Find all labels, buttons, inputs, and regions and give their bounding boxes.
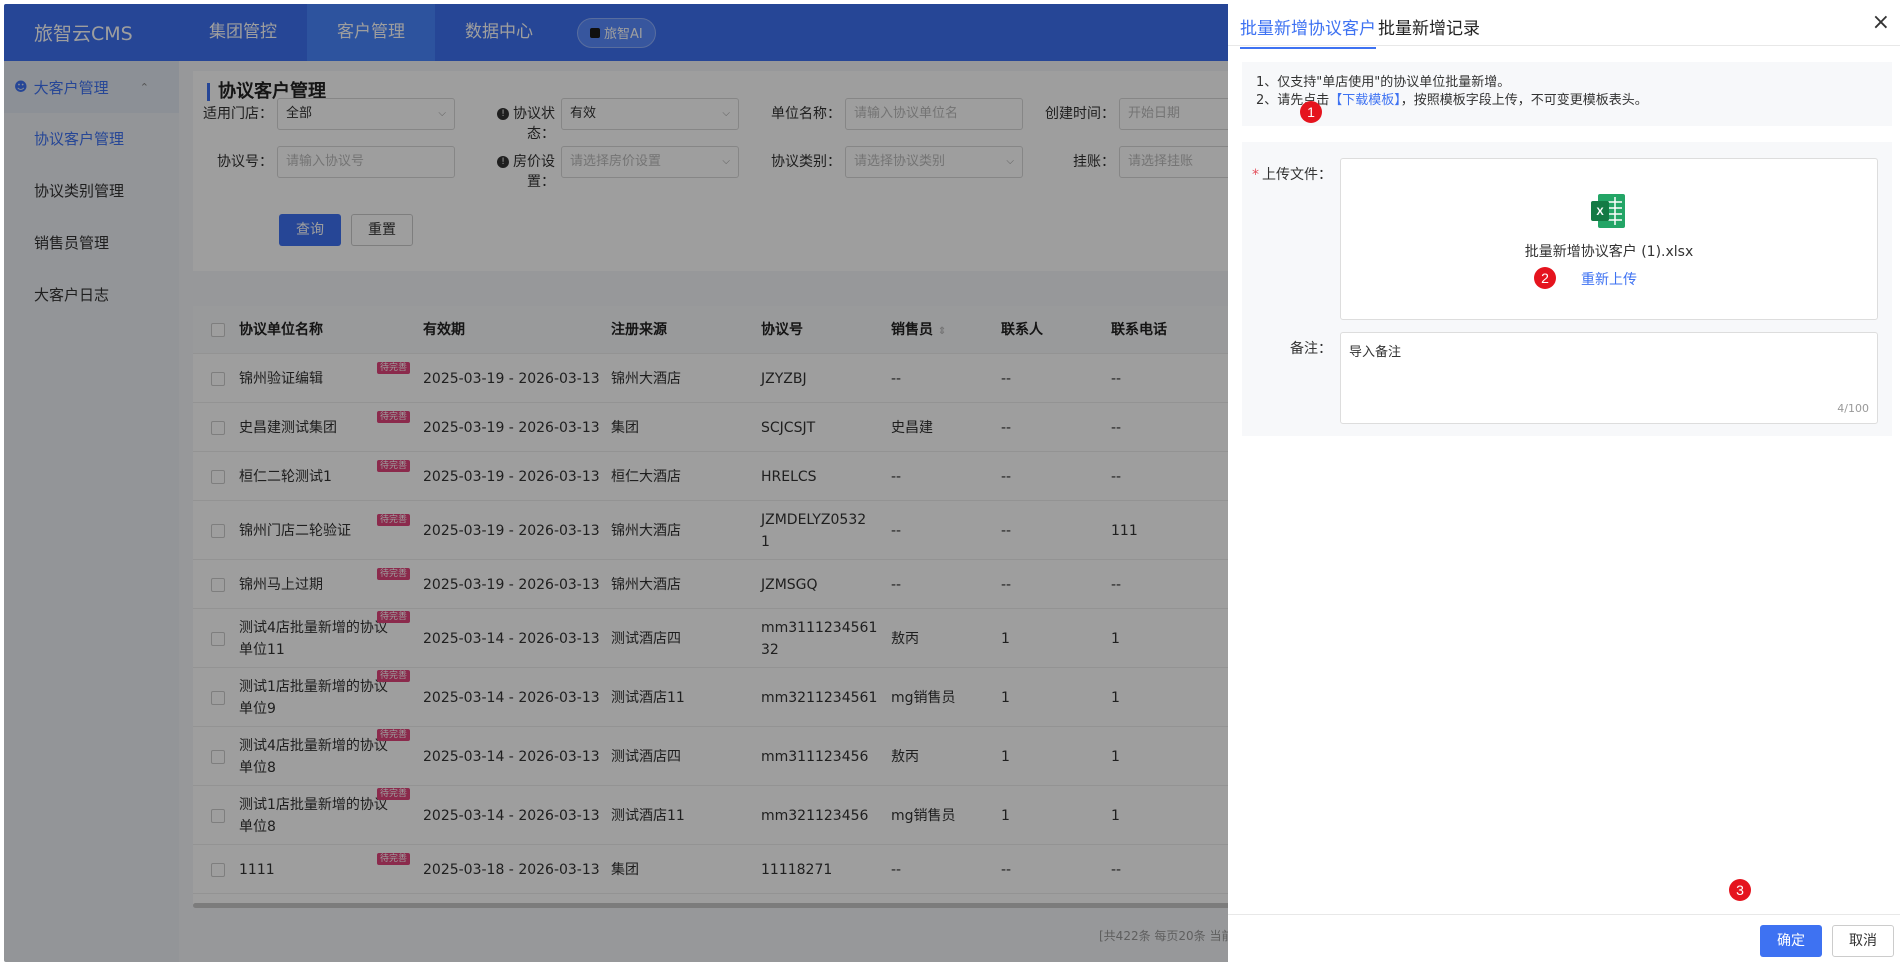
upload-dropzone[interactable]: X 批量新增协议客户 (1).xlsx 重新上传 [1340, 158, 1878, 320]
batch-add-drawer: 批量新增协议客户 批量新增记录 × 1、仅支持"单店使用"的协议单位批量新增。 … [1228, 4, 1900, 962]
excel-file-icon: X [1591, 194, 1625, 228]
uploaded-file-name: 批量新增协议客户 (1).xlsx [1524, 244, 1694, 260]
remark-label: 备注： [1290, 341, 1332, 357]
remark-textarea[interactable]: 导入备注 4/100 [1340, 332, 1878, 424]
required-mark: * [1252, 167, 1259, 183]
step-marker-1: 1 [1300, 101, 1322, 123]
notice-line-2: 2、请先点击【下载模板】，按照模板字段上传，不可变更模板表头。 [1256, 92, 1878, 110]
step-marker-2: 2 [1534, 267, 1556, 289]
notice-line-1: 1、仅支持"单店使用"的协议单位批量新增。 [1256, 75, 1511, 90]
tab-batch-add[interactable]: 批量新增协议客户 [1240, 14, 1376, 49]
notice-line-2-post: ，按照模板字段上传，不可变更模板表头。 [1400, 93, 1648, 108]
upload-label: * 上传文件： [1252, 164, 1332, 184]
step-marker-3: 3 [1729, 879, 1751, 901]
cancel-button[interactable]: 取消 [1832, 925, 1894, 957]
upload-form: * 上传文件： X 批量新增协议客户 (1).xlsx 重新上传 备注： 导入备注… [1242, 142, 1892, 436]
remark-char-counter: 4/100 [1837, 402, 1869, 415]
drawer-footer: 确定 取消 [1228, 914, 1900, 962]
remark-value: 导入备注 [1349, 345, 1402, 360]
close-icon[interactable]: × [1872, 10, 1890, 35]
confirm-button[interactable]: 确定 [1760, 925, 1822, 957]
svg-text:X: X [1596, 206, 1604, 218]
upload-notice: 1、仅支持"单店使用"的协议单位批量新增。 2、请先点击【下载模板】，按照模板字… [1242, 62, 1892, 126]
tab-batch-records[interactable]: 批量新增记录 [1378, 14, 1480, 47]
download-template-link[interactable]: 【下载模板】 [1329, 93, 1401, 108]
reupload-link[interactable]: 重新上传 [1341, 269, 1877, 289]
upload-label-text: 上传文件： [1262, 167, 1332, 183]
drawer-tabs: 批量新增协议客户 批量新增记录 × [1228, 4, 1900, 49]
